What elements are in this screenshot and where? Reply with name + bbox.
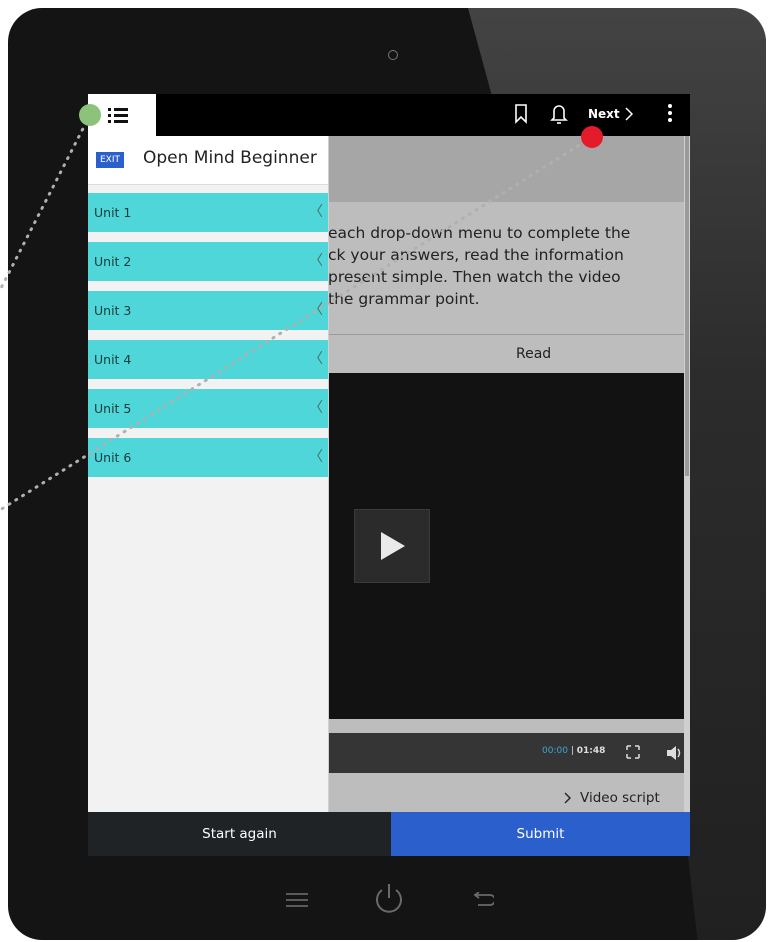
annotation-lines [0, 113, 594, 512]
annotation-marker-green [79, 104, 101, 126]
annotation-marker-red [581, 126, 603, 148]
